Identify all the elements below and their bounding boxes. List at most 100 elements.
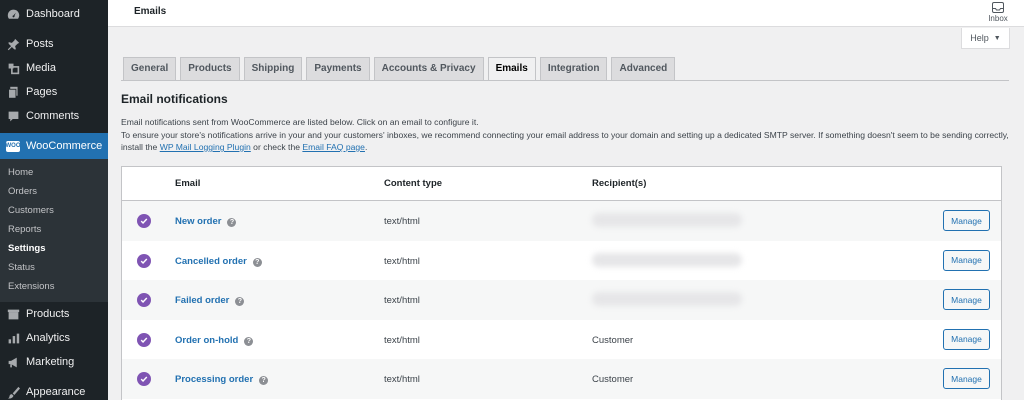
content-type: text/html: [384, 295, 420, 306]
sidebar-item-label: Products: [26, 308, 70, 320]
email-name: Failed order: [175, 295, 230, 306]
submenu-item-status[interactable]: Status: [0, 258, 108, 277]
email-faq-link[interactable]: Email FAQ page: [302, 142, 365, 152]
table-row: Order on-hold? text/html Customer Manage: [122, 320, 1001, 360]
tab-products[interactable]: Products: [180, 57, 240, 80]
sidebar-item-comments[interactable]: Comments: [0, 104, 108, 128]
woocommerce-submenu: Home Orders Customers Reports Settings S…: [0, 159, 108, 302]
table-row: Failed order? text/html Manage: [122, 280, 1001, 320]
submenu-item-home[interactable]: Home: [0, 163, 108, 182]
help-tip-icon[interactable]: ?: [227, 218, 237, 227]
enabled-check-icon: [137, 332, 151, 347]
admin-sidebar: Dashboard Posts Media Pages Comments WOO…: [0, 0, 108, 400]
tab-accounts-privacy[interactable]: Accounts & Privacy: [373, 57, 484, 80]
tab-payments[interactable]: Payments: [306, 57, 370, 80]
manage-button[interactable]: Manage: [943, 289, 990, 310]
enabled-check-icon: [137, 293, 151, 307]
pages-icon: [6, 85, 20, 99]
help-tip-icon[interactable]: ?: [235, 297, 245, 306]
sidebar-item-products[interactable]: Products: [0, 302, 108, 326]
sidebar-item-analytics[interactable]: Analytics: [0, 326, 108, 350]
table-row: New order? text/html Manage: [122, 201, 1001, 241]
table-row: Processing order? text/html Customer Man…: [122, 359, 1001, 399]
intro-text-b: or check the: [250, 142, 303, 152]
tab-divider: [121, 80, 1009, 81]
intro-text: Email notifications sent from WooCommerc…: [121, 116, 1011, 154]
sidebar-item-pages[interactable]: Pages: [0, 80, 108, 104]
inbox-icon: [992, 2, 1004, 13]
intro-text-c: .: [364, 142, 368, 152]
enabled-check-icon: [137, 253, 151, 268]
sidebar-item-appearance[interactable]: Appearance: [0, 380, 108, 400]
caret-down-icon: ▼: [993, 34, 1001, 42]
sidebar-item-label: Pages: [26, 86, 58, 98]
sidebar-item-marketing[interactable]: Marketing: [0, 350, 108, 374]
email-name: Processing order: [175, 374, 254, 385]
help-tip-icon[interactable]: ?: [244, 336, 254, 346]
help-tip-icon[interactable]: ?: [259, 376, 269, 385]
dashboard-icon: [6, 7, 20, 21]
email-name: Order on-hold: [175, 334, 239, 346]
email-name: New order: [175, 216, 222, 227]
email-link[interactable]: Processing order?: [175, 374, 269, 385]
products-icon: [6, 307, 20, 321]
email-link[interactable]: New order?: [175, 216, 237, 227]
pin-icon: [6, 37, 20, 51]
email-link[interactable]: Failed order?: [175, 295, 245, 306]
email-link[interactable]: Cancelled order?: [175, 256, 262, 267]
sidebar-item-label: Media: [26, 62, 56, 74]
sidebar-item-label: Posts: [26, 38, 54, 50]
content-type: text/html: [384, 216, 420, 227]
sidebar-item-dashboard[interactable]: Dashboard: [0, 2, 108, 26]
content-type: text/html: [384, 334, 420, 346]
help-label: Help: [970, 33, 989, 43]
woocommerce-icon: WOO: [6, 139, 21, 153]
sidebar-item-label: Marketing: [26, 356, 75, 368]
intro-line-1: Email notifications sent from WooCommerc…: [121, 117, 479, 127]
manage-button[interactable]: Manage: [943, 210, 990, 231]
redacted-recipient: [592, 292, 742, 306]
manage-button[interactable]: Manage: [943, 368, 990, 389]
tab-general[interactable]: General: [123, 57, 177, 80]
enabled-check-icon: [137, 372, 151, 386]
manage-button[interactable]: Manage: [943, 328, 990, 350]
submenu-item-reports[interactable]: Reports: [0, 220, 108, 239]
help-tip-icon[interactable]: ?: [252, 257, 262, 267]
woocommerce-badge: WOO: [6, 140, 21, 152]
inbox-button[interactable]: Inbox: [987, 2, 1009, 23]
enabled-check-icon: [137, 214, 151, 228]
submenu-item-extensions[interactable]: Extensions: [0, 277, 108, 296]
recipient: Customer: [592, 334, 634, 346]
analytics-icon: [6, 331, 20, 345]
tab-shipping[interactable]: Shipping: [243, 57, 303, 80]
tab-integration[interactable]: Integration: [539, 57, 608, 80]
sidebar-item-label: Comments: [26, 110, 80, 122]
column-header-recipients: Recipient(s): [592, 178, 647, 189]
manage-button[interactable]: Manage: [943, 249, 990, 271]
submenu-item-orders[interactable]: Orders: [0, 182, 108, 201]
intro-line-2: To ensure your store's notifications arr…: [121, 129, 1011, 154]
help-button[interactable]: Help ▼: [961, 28, 1010, 49]
sidebar-item-posts[interactable]: Posts: [0, 32, 108, 56]
email-notifications-table: Email Content type Recipient(s) New orde…: [121, 166, 1002, 400]
column-header-email: Email: [175, 178, 201, 189]
tab-advanced[interactable]: Advanced: [611, 57, 676, 80]
table-row: Cancelled order? text/html Manage: [122, 241, 1001, 281]
comment-icon: [6, 109, 20, 123]
brush-icon: [6, 385, 20, 399]
submenu-item-customers[interactable]: Customers: [0, 201, 108, 220]
content-type: text/html: [384, 255, 420, 267]
settings-tabs: General Products Shipping Payments Accou…: [123, 57, 679, 80]
page-title: Emails: [134, 6, 167, 17]
content-type: text/html: [384, 374, 420, 385]
email-link[interactable]: Order on-hold?: [175, 334, 254, 346]
page-header: Emails Inbox: [108, 0, 1024, 27]
sidebar-item-media[interactable]: Media: [0, 56, 108, 80]
tab-emails[interactable]: Emails: [487, 57, 536, 80]
inbox-label: Inbox: [988, 14, 1008, 23]
recipient: Customer: [592, 374, 634, 385]
wp-mail-logging-link[interactable]: WP Mail Logging Plugin: [160, 142, 251, 152]
sidebar-item-woocommerce[interactable]: WOO WooCommerce: [0, 133, 108, 159]
submenu-item-settings[interactable]: Settings: [0, 239, 108, 258]
table-header: Email Content type Recipient(s): [122, 167, 1001, 201]
